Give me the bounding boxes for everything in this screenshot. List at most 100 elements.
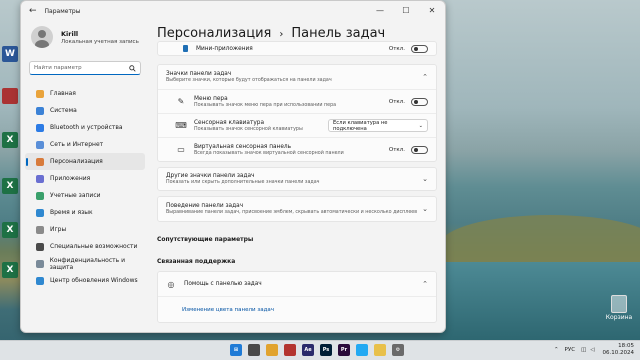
main-content: Персонализация › Панель задач Мини-приложе… — [151, 21, 445, 332]
touch-keyboard-title: Сенсорная клавиатура — [194, 119, 265, 126]
touch-keyboard-row: ⌨ Сенсорная клавиатура Показывать значок… — [158, 113, 436, 137]
help-link-row: Изменение цвета панели задач — [158, 296, 436, 322]
chevron-down-icon: ⌄ — [418, 122, 423, 129]
volume-icon[interactable]: ◁ — [590, 347, 594, 353]
sidebar: Kirill Локальная учетная запись Найти па… — [21, 21, 149, 332]
widgets-icon — [183, 45, 188, 52]
behaviors-row: Поведение панели задач Выравнивание пане… — [158, 197, 436, 221]
nav-item-icon — [36, 123, 44, 132]
other-icons-row: Другие значки панели задач Показать или … — [158, 168, 436, 190]
excel-desktop-icon[interactable]: X — [2, 132, 18, 148]
breadcrumb-parent[interactable]: Персонализация — [157, 26, 271, 41]
sidebar-item-label: Специальные возможности — [50, 243, 138, 250]
pen-menu-state: Откл. — [388, 98, 405, 105]
settings-taskbar-icon[interactable]: ⚙ — [392, 344, 404, 356]
taskbar-icons-subtitle: Выберите значки, которые будут отображат… — [166, 78, 332, 83]
nav-item-icon — [36, 106, 44, 115]
widgets-row: Мини-приложения Откл. — [158, 42, 436, 55]
pen-menu-title: Меню пера — [194, 95, 228, 102]
sidebar-item-7[interactable]: Время и язык — [25, 204, 145, 221]
nav-item-icon — [36, 208, 44, 217]
touchpad-icon: ▭ — [177, 145, 185, 154]
app-icon[interactable] — [284, 344, 296, 356]
close-button[interactable]: ✕ — [419, 1, 445, 21]
search-input[interactable]: Найти параметр — [29, 61, 141, 75]
user-name: Kirill — [61, 29, 79, 38]
sidebar-item-6[interactable]: Учетные записи — [25, 187, 145, 204]
excel-desktop-icon-4[interactable]: X — [2, 262, 18, 278]
touch-keyboard-select-value: Если клавиатура не подключена — [333, 119, 388, 132]
settings-window: ← Параметры — ☐ ✕ Kirill Локальная учетн… — [20, 0, 446, 333]
clock[interactable]: 18:05 06.10.2024 — [603, 343, 635, 357]
excel-desktop-icon-3[interactable]: X — [2, 222, 18, 238]
keyboard-icon: ⌨ — [175, 121, 187, 130]
word-desktop-icon[interactable]: W — [2, 46, 18, 62]
sidebar-nav: Главная Система Bluetooth и устройства Сеть… — [21, 85, 149, 289]
sidebar-item-0[interactable]: Главная — [25, 85, 145, 102]
nav-item-icon — [36, 140, 44, 149]
taskbar-icons-header[interactable]: Значки панели задач Выберите значки, кот… — [158, 65, 436, 89]
chevron-up-icon: ⌃ — [422, 73, 428, 81]
vscode-icon[interactable] — [356, 344, 368, 356]
touch-keyboard-subtitle: Показывать значок сенсорной клавиатуры — [194, 126, 303, 132]
widgets-state: Откл. — [388, 45, 405, 52]
task-view-icon[interactable] — [248, 344, 260, 356]
account-type: Локальная учетная запись — [61, 38, 139, 45]
sidebar-item-label: Учетные записи — [50, 192, 101, 199]
sidebar-item-label: Персонализация — [50, 158, 103, 165]
nav-item-icon — [36, 191, 44, 200]
sidebar-item-3[interactable]: Сеть и Интернет — [25, 136, 145, 153]
help-header[interactable]: ◎ Помощь с панелью задач ⌃ — [158, 272, 436, 296]
help-title: Помощь с панелью задач — [184, 281, 262, 287]
premiere-icon[interactable]: Pr — [338, 344, 350, 356]
nav-item-icon — [36, 242, 44, 251]
pen-menu-toggle[interactable] — [411, 97, 428, 106]
chevron-up-icon[interactable]: ⌃ — [554, 347, 559, 353]
sidebar-item-label: Приложения — [50, 175, 91, 182]
excel-desktop-icon-2[interactable]: X — [2, 178, 18, 194]
start-icon[interactable]: ⊞ — [230, 344, 242, 356]
recycle-bin-label: Корзина — [605, 314, 633, 321]
minimize-button[interactable]: — — [367, 1, 393, 21]
photoshop-icon[interactable]: Ps — [320, 344, 332, 356]
sidebar-item-5[interactable]: Приложения — [25, 170, 145, 187]
behaviors-card[interactable]: Поведение панели задач Выравнивание пане… — [157, 196, 437, 222]
widgets-title: Мини-приложения — [196, 45, 253, 52]
recycle-bin-icon — [611, 295, 627, 313]
sidebar-item-4[interactable]: Персонализация — [25, 153, 145, 170]
taskbar: ⊞ Ae Ps Pr ⚙ ⌃ РУС ◫ ◁ 18:05 06.10.2024 — [0, 340, 640, 360]
language-indicator[interactable]: РУС — [565, 347, 576, 353]
sidebar-item-1[interactable]: Система — [25, 102, 145, 119]
behaviors-title: Поведение панели задач — [166, 203, 244, 209]
virtual-touchpad-subtitle: Всегда показывать значок виртуальной сен… — [194, 150, 344, 156]
after-effects-icon[interactable]: Ae — [302, 344, 314, 356]
recycle-bin[interactable]: Корзина — [604, 295, 634, 321]
widgets-card: Мини-приложения Откл. — [157, 41, 437, 56]
nav-item-icon — [36, 89, 44, 98]
other-icons-title: Другие значки панели задач — [166, 173, 255, 179]
user-profile[interactable]: Kirill Локальная учетная запись — [21, 21, 149, 53]
sidebar-item-11[interactable]: Центр обновления Windows — [25, 272, 145, 289]
back-button[interactable]: ← — [29, 6, 37, 16]
sidebar-item-9[interactable]: Специальные возможности — [25, 238, 145, 255]
related-support-heading: Связанная поддержка — [157, 258, 236, 265]
other-icons-subtitle: Показать или скрыть дополнительные значк… — [166, 180, 320, 185]
other-icons-card[interactable]: Другие значки панели задач Показать или … — [157, 167, 437, 191]
sidebar-item-8[interactable]: Игры — [25, 221, 145, 238]
sidebar-item-10[interactable]: Конфиденциальность и защита — [25, 255, 145, 272]
explorer-icon[interactable] — [374, 344, 386, 356]
page-title: Панель задач — [291, 26, 386, 41]
sidebar-item-2[interactable]: Bluetooth и устройства — [25, 119, 145, 136]
chevron-down-icon: ⌄ — [422, 175, 428, 183]
virtual-touchpad-toggle[interactable] — [411, 145, 428, 154]
change-taskbar-color-link[interactable]: Изменение цвета панели задач — [182, 307, 274, 313]
sidebar-item-label: Bluetooth и устройства — [50, 124, 123, 131]
chrome-icon[interactable] — [266, 344, 278, 356]
network-icon[interactable]: ◫ — [581, 347, 586, 353]
behaviors-subtitle: Выравнивание панели задач, присвоение эм… — [166, 210, 418, 215]
breadcrumb-separator: › — [279, 29, 284, 40]
maximize-button[interactable]: ☐ — [393, 1, 419, 21]
widgets-toggle[interactable] — [411, 44, 428, 53]
app-desktop-icon[interactable] — [2, 88, 18, 104]
touch-keyboard-select[interactable]: Если клавиатура не подключена ⌄ — [328, 119, 428, 132]
